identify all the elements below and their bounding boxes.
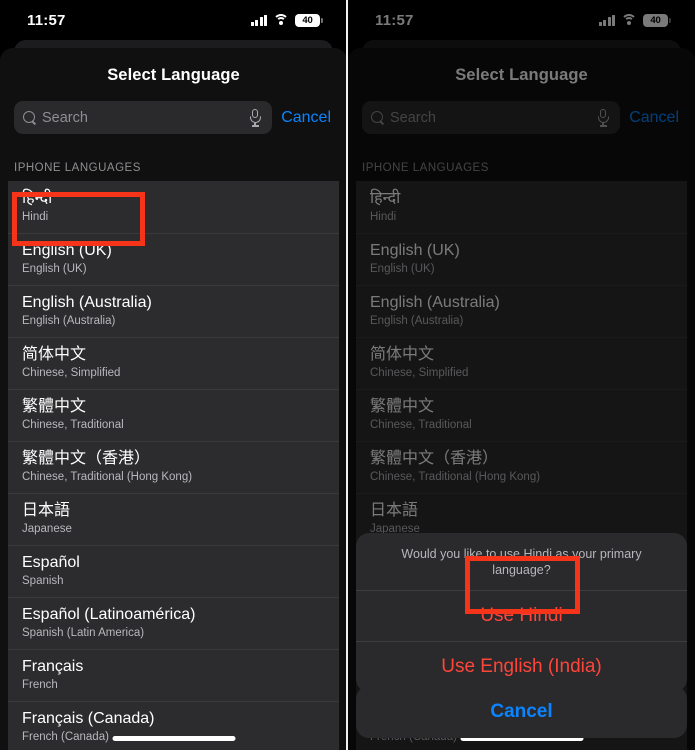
- language-native-name: 繁體中文（香港）: [22, 450, 151, 467]
- search-cancel-button[interactable]: Cancel: [281, 109, 333, 127]
- use-hindi-button[interactable]: Use Hindi: [356, 591, 687, 641]
- status-bar-left: 11:57 40: [0, 0, 347, 40]
- list-item[interactable]: English (UK) English (UK): [8, 233, 339, 285]
- language-english-name: Hindi: [22, 211, 49, 223]
- search-input[interactable]: Search: [14, 101, 273, 134]
- language-native-name: 日本語: [22, 502, 71, 519]
- language-native-name: Español (Latinoamérica): [22, 606, 196, 623]
- battery-level-label: 40: [302, 14, 313, 26]
- microphone-icon[interactable]: [249, 109, 261, 127]
- language-native-name: English (Australia): [22, 294, 152, 311]
- list-item[interactable]: 繁體中文（香港） Chinese, Traditional (Hong Kong…: [8, 441, 339, 493]
- action-sheet-message: Would you like to use Hindi as your prim…: [401, 547, 642, 577]
- list-item[interactable]: 简体中文 Chinese, Simplified: [8, 337, 339, 389]
- language-confirm-action-sheet: Would you like to use Hindi as your prim…: [356, 533, 687, 692]
- language-english-name: English (Australia): [22, 315, 116, 327]
- list-item[interactable]: 繁體中文 Chinese, Traditional: [8, 389, 339, 441]
- list-item[interactable]: Français French: [8, 649, 339, 701]
- status-indicators: 40: [250, 13, 323, 27]
- select-language-sheet: Select Language Search Cancel IPHONE LAN…: [0, 48, 347, 750]
- list-item[interactable]: 日本語 Japanese: [8, 493, 339, 545]
- home-indicator: [112, 736, 235, 741]
- battery-icon: 40: [295, 13, 323, 27]
- section-header-iphone-languages: IPHONE LANGUAGES: [14, 162, 141, 174]
- right-phone-screen: 11:57 40 Select Language Search: [348, 0, 695, 750]
- language-english-name: French: [22, 679, 58, 691]
- language-english-name: Chinese, Simplified: [22, 367, 121, 379]
- language-english-name: English (UK): [22, 263, 87, 275]
- left-phone-screen: 11:57 40 Select Language Search Cancel I…: [0, 0, 347, 750]
- list-item[interactable]: हिन्दी Hindi: [8, 181, 339, 233]
- use-english-india-button[interactable]: Use English (India): [356, 642, 687, 692]
- language-english-name: Spanish (Latin America): [22, 627, 145, 639]
- action-sheet-group: Would you like to use Hindi as your prim…: [356, 533, 687, 692]
- language-english-name: Chinese, Traditional: [22, 419, 124, 431]
- language-english-name: Chinese, Traditional (Hong Kong): [22, 471, 193, 483]
- panel-divider: [346, 0, 348, 750]
- language-native-name: 简体中文: [22, 346, 87, 363]
- wifi-icon: [273, 14, 289, 26]
- cancel-button[interactable]: Cancel: [356, 686, 687, 738]
- status-time: 11:57: [27, 11, 66, 29]
- language-english-name: Spanish: [22, 575, 64, 587]
- search-icon: [23, 111, 36, 124]
- list-item[interactable]: Español (Latinoamérica) Spanish (Latin A…: [8, 597, 339, 649]
- list-item[interactable]: Español Spanish: [8, 545, 339, 597]
- language-native-name: Español: [22, 554, 80, 571]
- language-list-left: हिन्दी Hindi English (UK) English (UK) E…: [8, 181, 339, 750]
- language-native-name: हिन्दी: [22, 190, 53, 207]
- action-sheet-cancel-group: Cancel: [356, 686, 687, 738]
- signal-bars-icon: [250, 14, 267, 26]
- language-native-name: Français: [22, 658, 84, 675]
- search-placeholder: Search: [42, 109, 88, 126]
- list-item[interactable]: Français (Canada) French (Canada): [8, 701, 339, 750]
- language-native-name: English (UK): [22, 242, 112, 259]
- language-english-name: Japanese: [22, 523, 72, 535]
- screenshot-stage: 11:57 40 Select Language Search Cancel I…: [0, 0, 695, 750]
- list-item[interactable]: English (Australia) English (Australia): [8, 285, 339, 337]
- page-title: Select Language: [107, 66, 240, 84]
- search-row: Search Cancel: [0, 85, 347, 134]
- language-native-name: Français (Canada): [22, 710, 155, 727]
- language-native-name: 繁體中文: [22, 398, 87, 415]
